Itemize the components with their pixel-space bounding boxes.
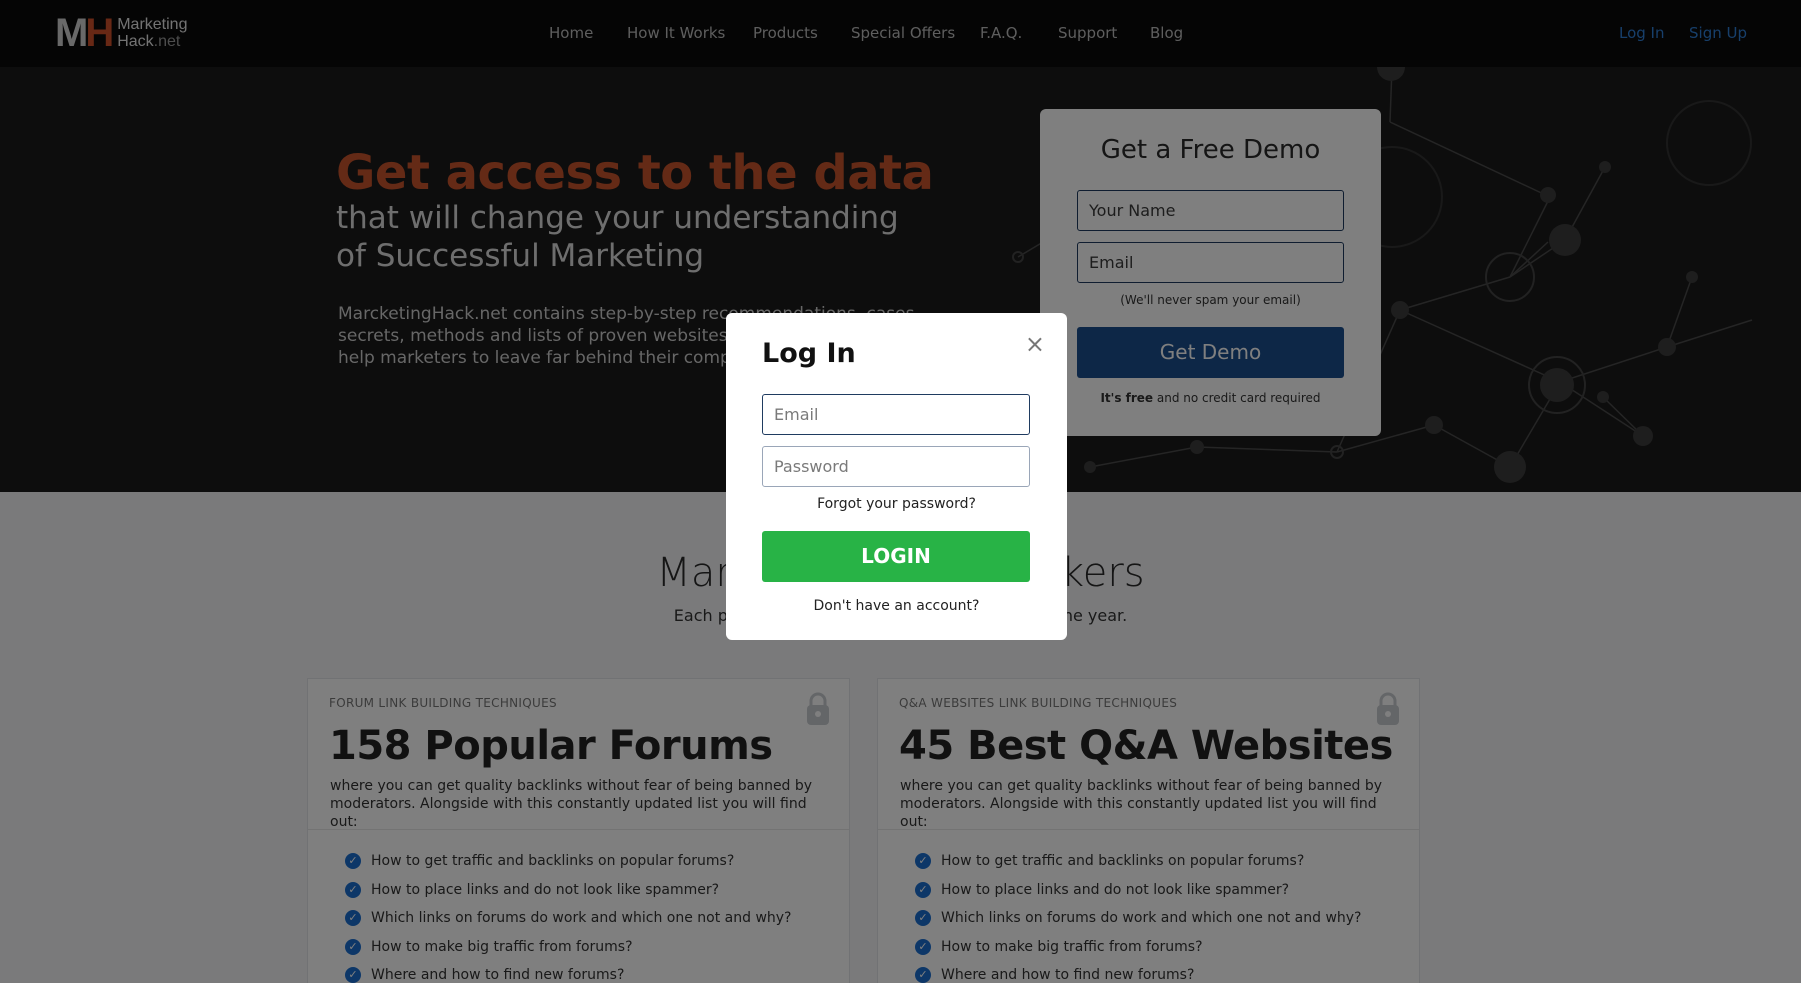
login-email-input[interactable] [762, 394, 1030, 435]
modal-title: Log In [762, 338, 856, 369]
forgot-password-link[interactable]: Forgot your password? [726, 496, 1067, 512]
login-password-input[interactable] [762, 446, 1030, 487]
login-button[interactable]: LOGIN [762, 531, 1030, 582]
login-modal: Log In × Forgot your password? LOGIN Don… [726, 313, 1067, 640]
no-account-link[interactable]: Don't have an account? [726, 598, 1067, 614]
close-icon[interactable]: × [1025, 332, 1045, 356]
